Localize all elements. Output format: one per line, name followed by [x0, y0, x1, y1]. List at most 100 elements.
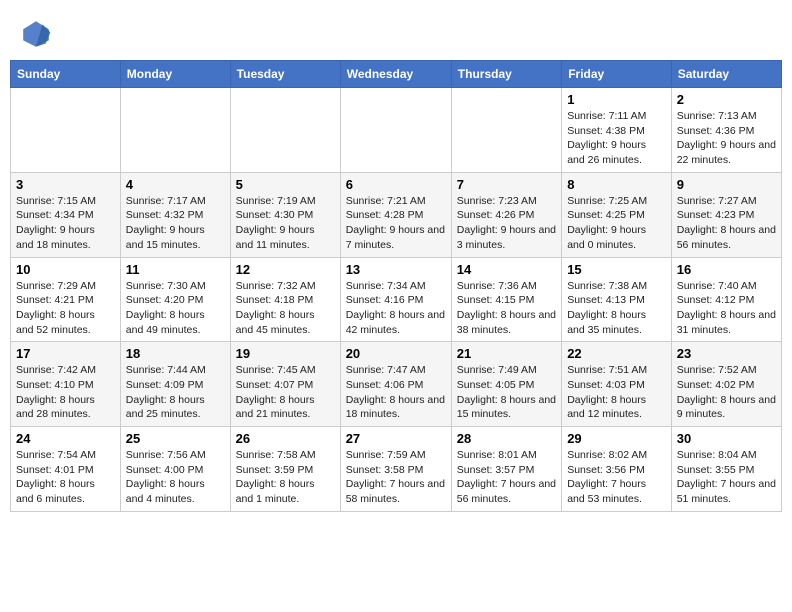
day-info: Sunrise: 7:38 AM Sunset: 4:13 PM Dayligh… [567, 279, 666, 338]
day-number: 10 [16, 262, 115, 277]
day-number: 25 [126, 431, 225, 446]
calendar-cell: 4Sunrise: 7:17 AM Sunset: 4:32 PM Daylig… [120, 172, 230, 257]
day-info: Sunrise: 7:32 AM Sunset: 4:18 PM Dayligh… [236, 279, 335, 338]
weekday-header-thursday: Thursday [451, 61, 561, 88]
day-info: Sunrise: 7:58 AM Sunset: 3:59 PM Dayligh… [236, 448, 335, 507]
day-number: 30 [677, 431, 776, 446]
calendar-cell: 5 Sunrise: 7:19 AM Sunset: 4:30 PM Daylig… [230, 172, 340, 257]
calendar-cell: 2 Sunrise: 7:13 AM Sunset: 4:36 PM Daylig… [671, 88, 781, 173]
calendar-cell: 9 Sunrise: 7:27 AM Sunset: 4:23 PM Daylig… [671, 172, 781, 257]
day-info: Sunrise: 7:52 AM Sunset: 4:02 PM Dayligh… [677, 363, 776, 422]
calendar-cell: 21 Sunrise: 7:49 AM Sunset: 4:05 PM Dayli… [451, 342, 561, 427]
calendar-cell: 3Sunrise: 7:15 AM Sunset: 4:34 PM Daylig… [11, 172, 121, 257]
calendar-cell: 1Sunrise: 7:11 AM Sunset: 4:38 PM Daylig… [562, 88, 672, 173]
day-number: 22 [567, 346, 666, 361]
calendar-table: SundayMondayTuesdayWednesdayThursdayFrid… [10, 60, 782, 512]
day-info: Sunrise: 7:19 AM Sunset: 4:30 PM Dayligh… [236, 194, 335, 253]
day-number: 28 [457, 431, 556, 446]
day-number: 14 [457, 262, 556, 277]
weekday-header-wednesday: Wednesday [340, 61, 451, 88]
calendar-cell: 27Sunrise: 7:59 AM Sunset: 3:58 PM Dayli… [340, 427, 451, 512]
day-info: Sunrise: 7:13 AM Sunset: 4:36 PM Dayligh… [677, 109, 776, 168]
logo [20, 18, 56, 50]
day-info: Sunrise: 7:34 AM Sunset: 4:16 PM Dayligh… [346, 279, 446, 338]
calendar-cell: 30 Sunrise: 8:04 AM Sunset: 3:55 PM Dayli… [671, 427, 781, 512]
day-info: Sunrise: 7:54 AM Sunset: 4:01 PM Dayligh… [16, 448, 115, 507]
day-info: Sunrise: 7:59 AM Sunset: 3:58 PM Dayligh… [346, 448, 446, 507]
day-number: 6 [346, 177, 446, 192]
day-info: Sunrise: 7:44 AM Sunset: 4:09 PM Dayligh… [126, 363, 225, 422]
calendar-cell: 16 Sunrise: 7:40 AM Sunset: 4:12 PM Dayli… [671, 257, 781, 342]
calendar-week-row: 3Sunrise: 7:15 AM Sunset: 4:34 PM Daylig… [11, 172, 782, 257]
calendar-cell: 25 Sunrise: 7:56 AM Sunset: 4:00 PM Dayli… [120, 427, 230, 512]
day-number: 5 [236, 177, 335, 192]
day-number: 26 [236, 431, 335, 446]
day-info: Sunrise: 7:29 AM Sunset: 4:21 PM Dayligh… [16, 279, 115, 338]
day-number: 2 [677, 92, 776, 107]
day-info: Sunrise: 7:23 AM Sunset: 4:26 PM Dayligh… [457, 194, 556, 253]
day-number: 24 [16, 431, 115, 446]
calendar-cell: 19 Sunrise: 7:45 AM Sunset: 4:07 PM Dayli… [230, 342, 340, 427]
calendar-week-row: 24 Sunrise: 7:54 AM Sunset: 4:01 PM Dayli… [11, 427, 782, 512]
day-info: Sunrise: 8:04 AM Sunset: 3:55 PM Dayligh… [677, 448, 776, 507]
day-info: Sunrise: 7:42 AM Sunset: 4:10 PM Dayligh… [16, 363, 115, 422]
day-number: 17 [16, 346, 115, 361]
day-info: Sunrise: 7:30 AM Sunset: 4:20 PM Dayligh… [126, 279, 225, 338]
day-info: Sunrise: 7:40 AM Sunset: 4:12 PM Dayligh… [677, 279, 776, 338]
day-info: Sunrise: 7:36 AM Sunset: 4:15 PM Dayligh… [457, 279, 556, 338]
weekday-header-tuesday: Tuesday [230, 61, 340, 88]
day-number: 9 [677, 177, 776, 192]
calendar-cell [230, 88, 340, 173]
day-number: 29 [567, 431, 666, 446]
day-info: Sunrise: 8:02 AM Sunset: 3:56 PM Dayligh… [567, 448, 666, 507]
calendar-cell: 23 Sunrise: 7:52 AM Sunset: 4:02 PM Dayli… [671, 342, 781, 427]
day-info: Sunrise: 7:51 AM Sunset: 4:03 PM Dayligh… [567, 363, 666, 422]
calendar-cell [340, 88, 451, 173]
calendar-cell: 8Sunrise: 7:25 AM Sunset: 4:25 PM Daylig… [562, 172, 672, 257]
day-info: Sunrise: 7:45 AM Sunset: 4:07 PM Dayligh… [236, 363, 335, 422]
day-number: 1 [567, 92, 666, 107]
day-number: 20 [346, 346, 446, 361]
calendar-week-row: 17 Sunrise: 7:42 AM Sunset: 4:10 PM Dayli… [11, 342, 782, 427]
calendar-cell [120, 88, 230, 173]
calendar-cell: 22 Sunrise: 7:51 AM Sunset: 4:03 PM Dayli… [562, 342, 672, 427]
day-info: Sunrise: 7:47 AM Sunset: 4:06 PM Dayligh… [346, 363, 446, 422]
calendar-cell: 12Sunrise: 7:32 AM Sunset: 4:18 PM Dayli… [230, 257, 340, 342]
day-number: 19 [236, 346, 335, 361]
calendar-cell: 29 Sunrise: 8:02 AM Sunset: 3:56 PM Dayli… [562, 427, 672, 512]
calendar-cell: 20 Sunrise: 7:47 AM Sunset: 4:06 PM Dayli… [340, 342, 451, 427]
day-number: 23 [677, 346, 776, 361]
day-info: Sunrise: 7:15 AM Sunset: 4:34 PM Dayligh… [16, 194, 115, 253]
calendar-wrapper: SundayMondayTuesdayWednesdayThursdayFrid… [0, 60, 792, 522]
day-number: 15 [567, 262, 666, 277]
calendar-cell: 7 Sunrise: 7:23 AM Sunset: 4:26 PM Daylig… [451, 172, 561, 257]
calendar-cell: 17 Sunrise: 7:42 AM Sunset: 4:10 PM Dayli… [11, 342, 121, 427]
calendar-cell: 11 Sunrise: 7:30 AM Sunset: 4:20 PM Dayli… [120, 257, 230, 342]
calendar-cell [11, 88, 121, 173]
day-number: 8 [567, 177, 666, 192]
calendar-cell: 24 Sunrise: 7:54 AM Sunset: 4:01 PM Dayli… [11, 427, 121, 512]
day-info: Sunrise: 7:49 AM Sunset: 4:05 PM Dayligh… [457, 363, 556, 422]
calendar-body: 1Sunrise: 7:11 AM Sunset: 4:38 PM Daylig… [11, 88, 782, 512]
day-info: Sunrise: 7:56 AM Sunset: 4:00 PM Dayligh… [126, 448, 225, 507]
calendar-cell: 26 Sunrise: 7:58 AM Sunset: 3:59 PM Dayli… [230, 427, 340, 512]
day-info: Sunrise: 8:01 AM Sunset: 3:57 PM Dayligh… [457, 448, 556, 507]
weekday-header-row: SundayMondayTuesdayWednesdayThursdayFrid… [11, 61, 782, 88]
day-number: 16 [677, 262, 776, 277]
day-number: 7 [457, 177, 556, 192]
day-info: Sunrise: 7:27 AM Sunset: 4:23 PM Dayligh… [677, 194, 776, 253]
calendar-cell [451, 88, 561, 173]
calendar-week-row: 10 Sunrise: 7:29 AM Sunset: 4:21 PM Dayli… [11, 257, 782, 342]
day-info: Sunrise: 7:17 AM Sunset: 4:32 PM Dayligh… [126, 194, 225, 253]
day-info: Sunrise: 7:21 AM Sunset: 4:28 PM Dayligh… [346, 194, 446, 253]
day-number: 21 [457, 346, 556, 361]
weekday-header-sunday: Sunday [11, 61, 121, 88]
calendar-cell: 10 Sunrise: 7:29 AM Sunset: 4:21 PM Dayli… [11, 257, 121, 342]
calendar-week-row: 1Sunrise: 7:11 AM Sunset: 4:38 PM Daylig… [11, 88, 782, 173]
calendar-cell: 18 Sunrise: 7:44 AM Sunset: 4:09 PM Dayli… [120, 342, 230, 427]
day-number: 18 [126, 346, 225, 361]
weekday-header-monday: Monday [120, 61, 230, 88]
weekday-header-friday: Friday [562, 61, 672, 88]
day-number: 11 [126, 262, 225, 277]
calendar-cell: 15 Sunrise: 7:38 AM Sunset: 4:13 PM Dayli… [562, 257, 672, 342]
